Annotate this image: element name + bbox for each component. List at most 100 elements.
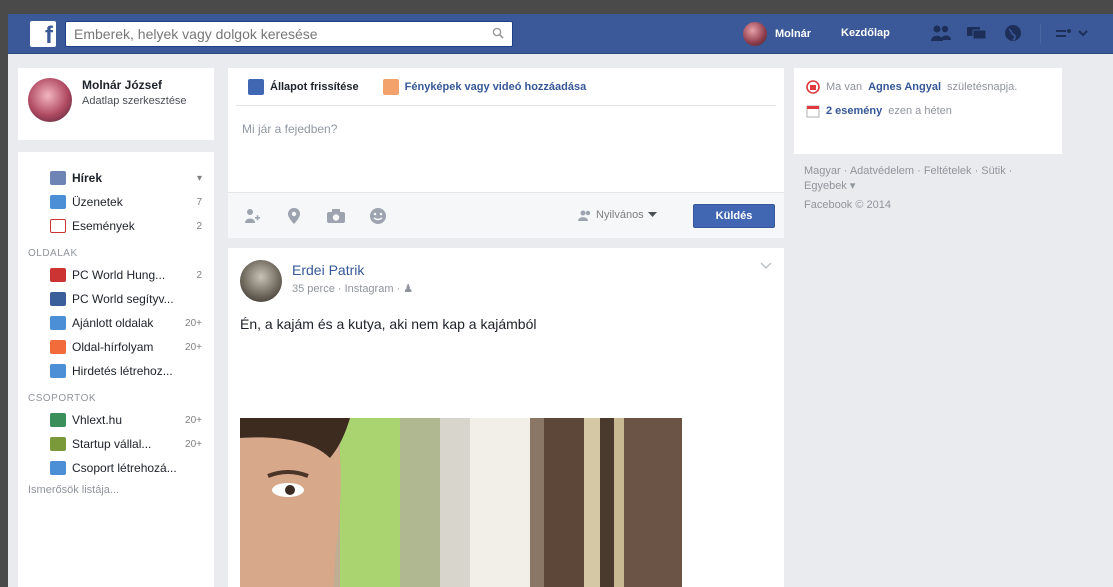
topbar-divider xyxy=(1040,24,1041,44)
sidebar-item-group[interactable]: Startup vállal... 20+ xyxy=(18,432,214,456)
plant-icon xyxy=(50,437,66,451)
megaphone-icon xyxy=(50,340,66,354)
feeling-smiley-icon[interactable] xyxy=(368,207,388,225)
facebook-logo[interactable]: f xyxy=(30,21,56,47)
count-badge: 2 xyxy=(196,220,202,232)
post-photo[interactable] xyxy=(240,418,682,587)
audience-icon xyxy=(578,210,591,221)
sidebar-item-label: Hírek xyxy=(72,171,103,185)
post-options-icon[interactable] xyxy=(760,262,772,270)
settings-menu[interactable] xyxy=(1056,26,1088,40)
post-timestamp[interactable]: 35 perce · Instagram · xyxy=(292,283,403,295)
post-header: Erdei Patrik 35 perce · Instagram · ♟ xyxy=(228,248,784,314)
avatar[interactable] xyxy=(743,22,767,46)
pages-section-header[interactable]: OLDALAK xyxy=(18,248,214,259)
photo-image[interactable] xyxy=(240,418,682,587)
copyright: Facebook © 2014 xyxy=(804,199,891,211)
birthday-reminder[interactable]: Ma van Agnes Angyal születésnapja. xyxy=(806,80,1050,94)
gift-icon xyxy=(806,80,820,94)
tab-add-photo-video[interactable]: Fényképek vagy videó hozzáadása xyxy=(382,78,587,95)
count-badge: 2 xyxy=(196,269,202,281)
events-reminder[interactable]: 2 esemény ezen a héten xyxy=(806,104,1050,118)
topbar-user-name[interactable]: Molnár xyxy=(775,28,811,40)
chevron-down-icon[interactable] xyxy=(1078,29,1088,37)
sidebar-item-page[interactable]: PC World segítyv... xyxy=(18,287,214,311)
group-icon xyxy=(50,413,66,427)
friend-lists-link[interactable]: Ismerősök listája... xyxy=(18,484,214,496)
sidebar-item-create-group[interactable]: Csoport létrehozá... xyxy=(18,456,214,480)
sidebar-item-news-feed[interactable]: Hírek ▾ xyxy=(18,166,214,190)
sidebar-item-label: Hirdetés létrehoz... xyxy=(72,364,173,378)
sidebar-item-label: Események xyxy=(72,219,135,233)
tab-update-status[interactable]: Állapot frissítése xyxy=(248,78,359,95)
sidebar-item-label: Startup vállal... xyxy=(72,437,152,451)
post-meta: 35 perce · Instagram · ♟ xyxy=(292,282,413,295)
privacy-selector[interactable]: Nyilvános xyxy=(578,209,657,221)
calendar-icon xyxy=(50,219,66,233)
count-badge: 20+ xyxy=(185,317,202,329)
count-badge: 20+ xyxy=(185,414,202,426)
events-link[interactable]: 2 esemény xyxy=(826,105,882,117)
globe-icon[interactable] xyxy=(1002,23,1024,43)
messages-icon[interactable] xyxy=(966,23,988,43)
tag-friends-icon[interactable] xyxy=(242,207,262,225)
create-group-icon xyxy=(50,461,66,475)
privacy-shortcuts-icon[interactable] xyxy=(1056,26,1072,40)
pencil-icon xyxy=(248,78,264,95)
post-composer: Állapot frissítése Fényképek vagy videó … xyxy=(228,68,784,238)
browser-frame: f Molnár Kezdőlap xyxy=(8,14,1113,587)
navigation-menu: Hírek ▾ Üzenetek 7 Események 2 OLDALAK P… xyxy=(18,152,214,587)
notification-icons xyxy=(930,23,1024,43)
search-icon[interactable] xyxy=(492,27,504,39)
right-sidebar: Ma van Agnes Angyal születésnapja. 2 ese… xyxy=(794,68,1062,213)
edit-profile-link[interactable]: Adatlap szerkesztése xyxy=(82,94,187,108)
sidebar-item-label: Csoport létrehozá... xyxy=(72,461,177,475)
camera-icon[interactable] xyxy=(326,207,346,225)
status-input[interactable]: Mi jár a fejedben? xyxy=(228,106,784,180)
sidebar-item-label: PC World segítyv... xyxy=(72,292,174,306)
count-badge: 7 xyxy=(196,196,202,208)
audience-icon: ♟ xyxy=(403,283,414,295)
sidebar-item-label: Üzenetek xyxy=(72,195,123,209)
sidebar-item-label: Oldal-hírfolyam xyxy=(72,340,154,354)
sidebar-item-page[interactable]: PC World Hung... 2 xyxy=(18,263,214,287)
sidebar-item-events[interactable]: Események 2 xyxy=(18,214,214,238)
search-box[interactable] xyxy=(65,21,513,47)
calendar-icon xyxy=(806,105,820,118)
home-link[interactable]: Kezdőlap xyxy=(841,27,890,39)
footer-links[interactable]: Magyar · Adatvédelem · Feltételek · Süti… xyxy=(794,164,1062,194)
profile-name[interactable]: Molnár József xyxy=(82,78,187,92)
avatar[interactable] xyxy=(240,260,282,302)
events-suffix: ezen a héten xyxy=(888,105,952,117)
post-author-name[interactable]: Erdei Patrik xyxy=(292,262,413,278)
avatar[interactable] xyxy=(28,78,72,122)
birthday-suffix: születésnapja. xyxy=(947,81,1018,93)
count-badge: 20+ xyxy=(185,438,202,450)
location-pin-icon[interactable] xyxy=(284,207,304,225)
sidebar-item-label: PC World Hung... xyxy=(72,268,166,282)
sidebar-item-recommended-pages[interactable]: Ajánlott oldalak 20+ xyxy=(18,311,214,335)
birthday-name-link[interactable]: Agnes Angyal xyxy=(868,81,941,93)
tab-label: Állapot frissítése xyxy=(270,80,359,93)
page-icon xyxy=(50,292,66,306)
sidebar-item-group[interactable]: Vhlext.hu 20+ xyxy=(18,408,214,432)
composer-footer: Nyilvános Küldés xyxy=(228,192,784,238)
left-sidebar: Molnár József Adatlap szerkesztése Hírek… xyxy=(18,68,214,587)
page-icon xyxy=(50,268,66,282)
friend-requests-icon[interactable] xyxy=(930,23,952,43)
sidebar-item-pages-feed[interactable]: Oldal-hírfolyam 20+ xyxy=(18,335,214,359)
composer-tabs: Állapot frissítése Fényképek vagy videó … xyxy=(236,68,776,106)
more-options-icon[interactable]: ▾ xyxy=(197,173,202,184)
profile-card[interactable]: Molnár József Adatlap szerkesztése xyxy=(18,68,214,140)
sidebar-item-create-ad[interactable]: Hirdetés létrehoz... xyxy=(18,359,214,383)
post-button[interactable]: Küldés xyxy=(693,204,775,228)
birthday-prefix: Ma van xyxy=(826,81,863,93)
topbar-profile-link[interactable]: Molnár xyxy=(743,22,811,46)
ad-icon xyxy=(50,364,66,378)
groups-section-header[interactable]: CSOPORTOK xyxy=(18,393,214,404)
feed-post: Erdei Patrik 35 perce · Instagram · ♟ Én… xyxy=(228,248,784,587)
pages-icon xyxy=(50,316,66,330)
search-input[interactable] xyxy=(66,22,476,46)
tab-label: Fényképek vagy videó hozzáadása xyxy=(404,80,587,93)
sidebar-item-messages[interactable]: Üzenetek 7 xyxy=(18,190,214,214)
